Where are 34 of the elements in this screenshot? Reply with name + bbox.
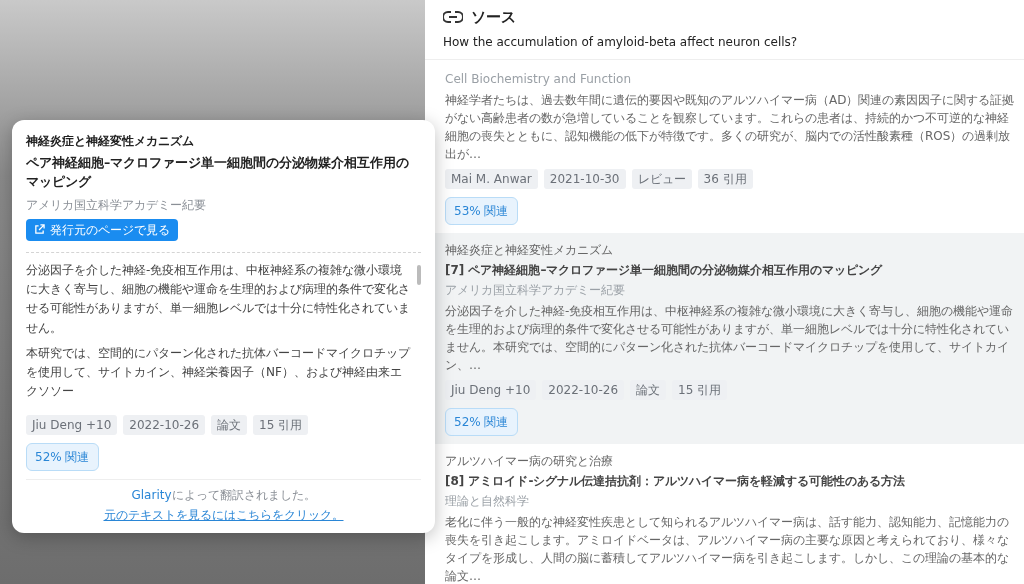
original-text-link[interactable]: 元のテキストを見るにはこちらをクリック。 [103, 507, 344, 522]
view-source-button[interactable]: 発行元のページで見る [26, 218, 178, 241]
abstract-text: 神経学者たちは、過去数年間に遺伝的要因や既知のアルツハイマー病（AD）関連の素因因子に関する証拠がない高齢患者の数が急増していることを観察しています。これらの患者は、持続的かつ不可逆的な神経細胞の喪失とともに、認知機能の低下が特徴です。多くの研究が、脳内での活性酸素種（ROS）の過剰放出が… [445, 91, 1016, 163]
abstract-text: 老化に伴う一般的な神経変性疾患として知られるアルツハイマー病は、話す能力、認知能力、記憶能力の喪失を引き起こします。アミロイドベータは、アルツハイマー病の主要な原因と考えられており、様々なタイプを形成し、人間の脳に蓄積してアルツハイマー病を引き起こします。しかし、この理論の基本的な論文… [445, 513, 1010, 584]
topic-label: アルツハイマー病の研究と治療 [445, 452, 614, 470]
meta-tag: レビュー [631, 168, 692, 189]
paper-title: ペア神経細胞–マクロファージ単一細胞間の分泌物媒介相互作用のマッピング [26, 154, 411, 191]
journal-name: アメリカ国立科学アカデミー紀要 [26, 196, 207, 214]
meta-tag: Mai M. Anwar [445, 168, 538, 189]
journal-name: 理論と自然科学 [445, 492, 530, 510]
translation-note: Glarityによって翻訳されました。 [131, 488, 316, 503]
meta-tag: 15 引用 [253, 415, 309, 436]
topic-label: 神経炎症と神経変性メカニズム [445, 241, 614, 259]
journal-name: Cell Biochemistry and Function [445, 70, 632, 88]
relevance-badge: 52% 関連 [26, 443, 99, 472]
link-icon [443, 10, 463, 25]
meta-tag: 36 引用 [697, 168, 753, 189]
external-link-icon [34, 224, 45, 235]
abstract-paragraph: 分泌因子を介した神経-免疫相互作用は、中枢神経系の複雑な微小環境に大きく寄与し、細胞の機能や運命を生理的および病理的条件で変化させる可能性がありますが、単一細胞レベルでは十分に特性化されていません。 [26, 262, 411, 337]
meta-tag: Jiu Deng +10 [26, 415, 118, 436]
question-text: How the accumulation of amyloid-beta affect neuron cells? [443, 33, 799, 51]
paper-title: [8] アミロイド-シグナル伝達拮抗剤：アルツハイマー病を軽減する可能性のある方法 [445, 472, 907, 490]
meta-tag: 論文 [211, 415, 248, 436]
abstract-text: 分泌因子を介した神経-免疫相互作用は、中枢神経系の複雑な微小環境に大きく寄与し、細胞の機能や運命を生理的および病理的条件で変化させる可能性がありますが、単一細胞レベルでは十分に特性化されていません。本研究では、空間的にパターン化された抗体バーコードマイクロチップを使用して、サイトカイン、… [445, 302, 1015, 374]
abstract-paragraph: 本研究では、空間的にパターン化された抗体バーコードマイクロチップを使用して、サイトカイン、神経栄養因子（NF）、および神経由来エクソソー [26, 344, 411, 401]
journal-name: アメリカ国立科学アカデミー紀要 [445, 281, 626, 299]
scrollbar-thumb[interactable] [417, 265, 421, 285]
relevance-badge: 53% 関連 [445, 196, 518, 225]
topic-label: 神経炎症と神経変性メカニズム [26, 133, 195, 150]
panel-title: ソース [471, 7, 516, 28]
meta-tag: 2022-10-26 [123, 415, 206, 436]
relevance-badge: 52% 関連 [445, 407, 518, 436]
paper-title: [7] ペア神経細胞–マクロファージ単一細胞間の分泌物媒介相互作用のマッピング [445, 261, 884, 279]
meta-tag: 2021-10-30 [543, 168, 626, 189]
